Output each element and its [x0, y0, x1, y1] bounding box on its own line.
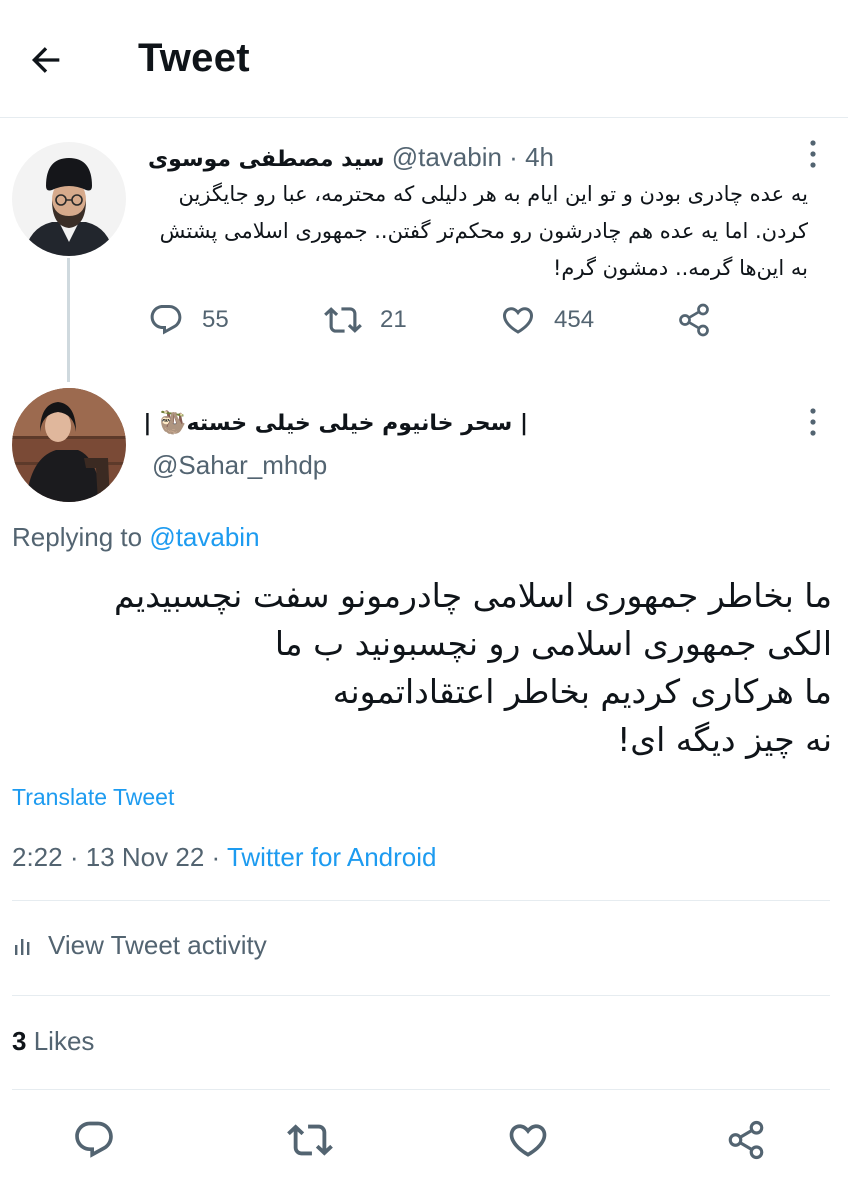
- tweet-timestamp: 2:22 · 13 Nov 22 · Twitter for Android: [12, 842, 437, 873]
- tweet-time: 2:22: [12, 842, 63, 872]
- likes-label: Likes: [33, 1026, 95, 1056]
- main-share-button[interactable]: [722, 1116, 770, 1164]
- share-icon: [728, 1120, 764, 1160]
- view-tweet-activity-link[interactable]: View Tweet activity: [12, 930, 267, 961]
- like-icon: [502, 307, 534, 334]
- activity-label: View Tweet activity: [48, 930, 267, 960]
- meta-separator: ·: [509, 142, 518, 172]
- likes-summary[interactable]: 3 Likes: [12, 1026, 94, 1057]
- back-button[interactable]: [22, 36, 70, 84]
- translate-tweet-link[interactable]: Translate Tweet: [12, 784, 174, 811]
- main-retweet-button[interactable]: [286, 1116, 334, 1164]
- replying-prefix: Replying to: [12, 522, 143, 552]
- share-button[interactable]: [676, 298, 712, 342]
- retweet-button[interactable]: 21: [324, 298, 407, 342]
- like-count: 454: [554, 306, 595, 333]
- main-reply-button[interactable]: [70, 1116, 118, 1164]
- more-vertical-icon: [810, 408, 816, 436]
- parent-tweet-text: یه عده چادری بودن و تو این ایام به هر دل…: [159, 182, 808, 280]
- likes-count: 3: [12, 1026, 27, 1056]
- reply-count: 55: [202, 306, 229, 333]
- parent-tweet-meta: سید مصطفی موسوی @tavabin · 4h: [148, 140, 554, 177]
- divider: [12, 1089, 830, 1090]
- more-vertical-icon: [810, 140, 816, 168]
- tweet-date: 13 Nov 22: [85, 842, 205, 872]
- activity-bars-icon: [12, 935, 34, 957]
- main-author-name[interactable]: | سحر خانیوم خیلی خیلی خسته🦥 |: [143, 404, 528, 444]
- avatar[interactable]: [12, 388, 126, 502]
- thread-connector-line: [67, 258, 70, 382]
- top-bar: Tweet: [0, 0, 848, 118]
- reply-button[interactable]: 55: [148, 298, 229, 342]
- main-like-button[interactable]: [504, 1116, 552, 1164]
- divider: [12, 900, 830, 901]
- timestamp-dot: ·: [69, 842, 79, 872]
- tweet-source-link[interactable]: Twitter for Android: [227, 842, 437, 872]
- page-title: Tweet: [138, 36, 250, 80]
- retweet-icon: [287, 1124, 333, 1156]
- avatar[interactable]: [12, 142, 126, 256]
- main-more-button[interactable]: [798, 402, 828, 442]
- parent-author-handle[interactable]: @tavabin: [392, 142, 502, 172]
- like-button[interactable]: 454: [500, 298, 594, 342]
- retweet-count: 21: [380, 306, 407, 333]
- replying-mention-link[interactable]: @tavabin: [149, 522, 259, 552]
- divider: [12, 995, 830, 996]
- parent-tweet-time[interactable]: 4h: [525, 142, 554, 172]
- like-icon: [509, 1124, 547, 1157]
- back-arrow-icon: [31, 47, 60, 73]
- retweet-icon: [324, 307, 362, 333]
- share-icon: [679, 303, 709, 337]
- main-tweet-text: ما بخاطر جمهوری اسلامی چادرمونو سفت نچسب…: [114, 576, 832, 759]
- main-author-handle[interactable]: @Sahar_mhdp: [152, 450, 327, 481]
- reply-icon: [75, 1121, 113, 1158]
- reply-icon: [150, 305, 182, 335]
- parent-author-name[interactable]: سید مصطفی موسوی: [148, 147, 384, 172]
- replying-to-line: Replying to @tavabin: [12, 522, 260, 553]
- timestamp-dot: ·: [211, 842, 221, 872]
- parent-more-button[interactable]: [798, 134, 828, 174]
